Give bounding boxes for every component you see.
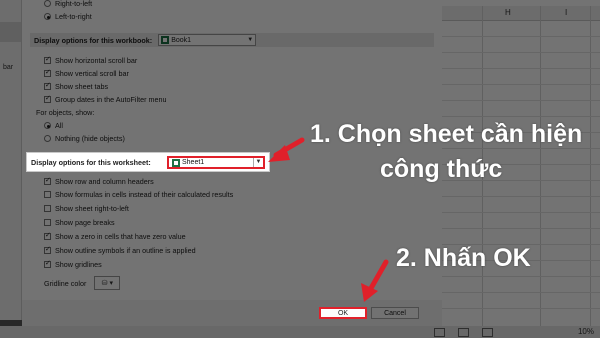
checkbox-horizontal-scroll-label: Show horizontal scroll bar <box>55 56 138 65</box>
gridline-color-label: Gridline color <box>44 278 87 288</box>
worksheet-select[interactable]: Sheet1 ▼ <box>167 156 265 169</box>
worksheet-section-header: Display options for this worksheet: Shee… <box>26 152 270 172</box>
workbook-select-value: Book1 <box>171 36 192 44</box>
checkbox-page-breaks-label: Show page breaks <box>55 218 115 227</box>
checkbox-group-dates[interactable]: Group dates in the AutoFilter menu <box>44 94 167 104</box>
checkbox-page-breaks[interactable]: Show page breaks <box>44 218 115 227</box>
status-bar: 10% <box>0 326 600 338</box>
checkbox-zero-value[interactable]: Show a zero in cells that have zero valu… <box>44 231 186 241</box>
radio-objects-all[interactable]: All <box>44 121 63 130</box>
chevron-down-icon[interactable]: ▼ <box>253 158 263 167</box>
checkbox-right-to-left[interactable]: Show sheet right-to-left <box>44 204 129 213</box>
checkbox-show-formulas-label: Show formulas in cells instead of their … <box>55 190 234 199</box>
checkbox-group-dates-box[interactable] <box>44 94 51 103</box>
checkbox-show-formulas-box[interactable] <box>44 191 51 198</box>
checkbox-sheet-tabs-box[interactable] <box>44 81 51 90</box>
worksheet-section-label: Display options for this worksheet: <box>31 157 151 167</box>
checkbox-vertical-scroll-box[interactable] <box>44 68 51 77</box>
checkbox-vertical-scroll-label: Show vertical scroll bar <box>55 69 129 78</box>
column-header-i[interactable]: I <box>565 8 567 17</box>
options-nav-panel: bar <box>0 0 22 320</box>
checkbox-horizontal-scroll-box[interactable] <box>44 55 51 64</box>
options-nav-selected-item[interactable] <box>0 22 21 42</box>
page-break-view-icon[interactable] <box>482 328 493 337</box>
excel-sheet-icon <box>172 158 180 167</box>
workbook-select[interactable]: Book1 ▼ <box>158 34 257 46</box>
gridline-color-row: Gridline color ⛁ ▾ <box>44 276 121 290</box>
column-header-h[interactable]: H <box>505 8 511 17</box>
annotation-step1-line2: công thức <box>380 155 503 183</box>
checkbox-sheet-tabs-label: Show sheet tabs <box>55 82 109 91</box>
objects-show-label-text: For objects, show: <box>36 108 95 117</box>
radio-left-to-right[interactable]: Left-to-right <box>44 12 92 21</box>
checkbox-gridlines-label: Show gridlines <box>55 260 102 269</box>
chevron-down-icon[interactable]: ▼ <box>246 36 254 44</box>
radio-objects-all-label: All <box>55 121 63 130</box>
checkbox-zero-value-label: Show a zero in cells that have zero valu… <box>55 232 186 241</box>
cancel-button[interactable]: Cancel <box>371 307 419 319</box>
checkbox-outline-symbols-box[interactable] <box>44 245 51 254</box>
radio-left-to-right-button[interactable] <box>44 13 51 20</box>
checkbox-row-col-headers-box[interactable] <box>44 176 51 185</box>
checkbox-gridlines[interactable]: Show gridlines <box>44 259 102 269</box>
checkbox-gridlines-box[interactable] <box>44 259 51 268</box>
radio-right-to-left[interactable]: Right-to-left <box>44 0 92 8</box>
radio-right-to-left-button[interactable] <box>44 0 51 7</box>
ok-button[interactable]: OK <box>319 307 367 319</box>
column-headers: H I <box>442 6 600 21</box>
radio-objects-all-button[interactable] <box>44 122 51 129</box>
options-nav-item-partial[interactable]: bar <box>3 64 13 71</box>
annotation-step1-line1: 1. Chọn sheet cần hiện <box>310 120 583 148</box>
page-layout-icon[interactable] <box>458 328 469 337</box>
checkbox-zero-value-box[interactable] <box>44 231 51 240</box>
advanced-options-scroll-area: Right-to-left Left-to-right Display opti… <box>30 0 434 300</box>
checkbox-group-dates-label: Group dates in the AutoFilter menu <box>55 95 167 104</box>
checkbox-show-formulas[interactable]: Show formulas in cells instead of their … <box>44 190 233 199</box>
workbook-section-header: Display options for this workbook: Book1… <box>30 33 434 47</box>
chevron-down-icon: ▾ <box>109 280 114 287</box>
radio-objects-nothing-label: Nothing (hide objects) <box>55 134 125 143</box>
checkbox-row-col-headers-label: Show row and column headers <box>55 177 154 186</box>
checkbox-right-to-left-label: Show sheet right-to-left <box>55 204 129 213</box>
objects-show-label: For objects, show: <box>36 108 94 117</box>
checkbox-horizontal-scroll[interactable]: Show horizontal scroll bar <box>44 55 138 65</box>
checkbox-right-to-left-box[interactable] <box>44 205 51 212</box>
normal-view-icon[interactable] <box>434 328 445 337</box>
radio-objects-nothing[interactable]: Nothing (hide objects) <box>44 134 125 143</box>
paint-bucket-icon: ⛁ <box>101 280 108 287</box>
checkbox-outline-symbols-label: Show outline symbols if an outline is ap… <box>55 246 196 255</box>
excel-workbook-icon <box>161 36 170 44</box>
gridline-color-picker[interactable]: ⛁ ▾ <box>94 276 121 290</box>
annotation-step2: 2. Nhấn OK <box>396 244 531 272</box>
zoom-level[interactable]: 10% <box>578 327 594 336</box>
worksheet-select-value: Sheet1 <box>182 159 205 166</box>
checkbox-outline-symbols[interactable]: Show outline symbols if an outline is ap… <box>44 245 196 255</box>
radio-objects-nothing-button[interactable] <box>44 135 51 142</box>
checkbox-page-breaks-box[interactable] <box>44 219 51 226</box>
workbook-section-label: Display options for this workbook: <box>34 35 153 45</box>
radio-right-to-left-label: Right-to-left <box>55 0 93 8</box>
radio-left-to-right-label: Left-to-right <box>55 12 92 21</box>
checkbox-sheet-tabs[interactable]: Show sheet tabs <box>44 81 109 91</box>
checkbox-vertical-scroll[interactable]: Show vertical scroll bar <box>44 68 129 78</box>
checkbox-row-col-headers[interactable]: Show row and column headers <box>44 176 154 186</box>
